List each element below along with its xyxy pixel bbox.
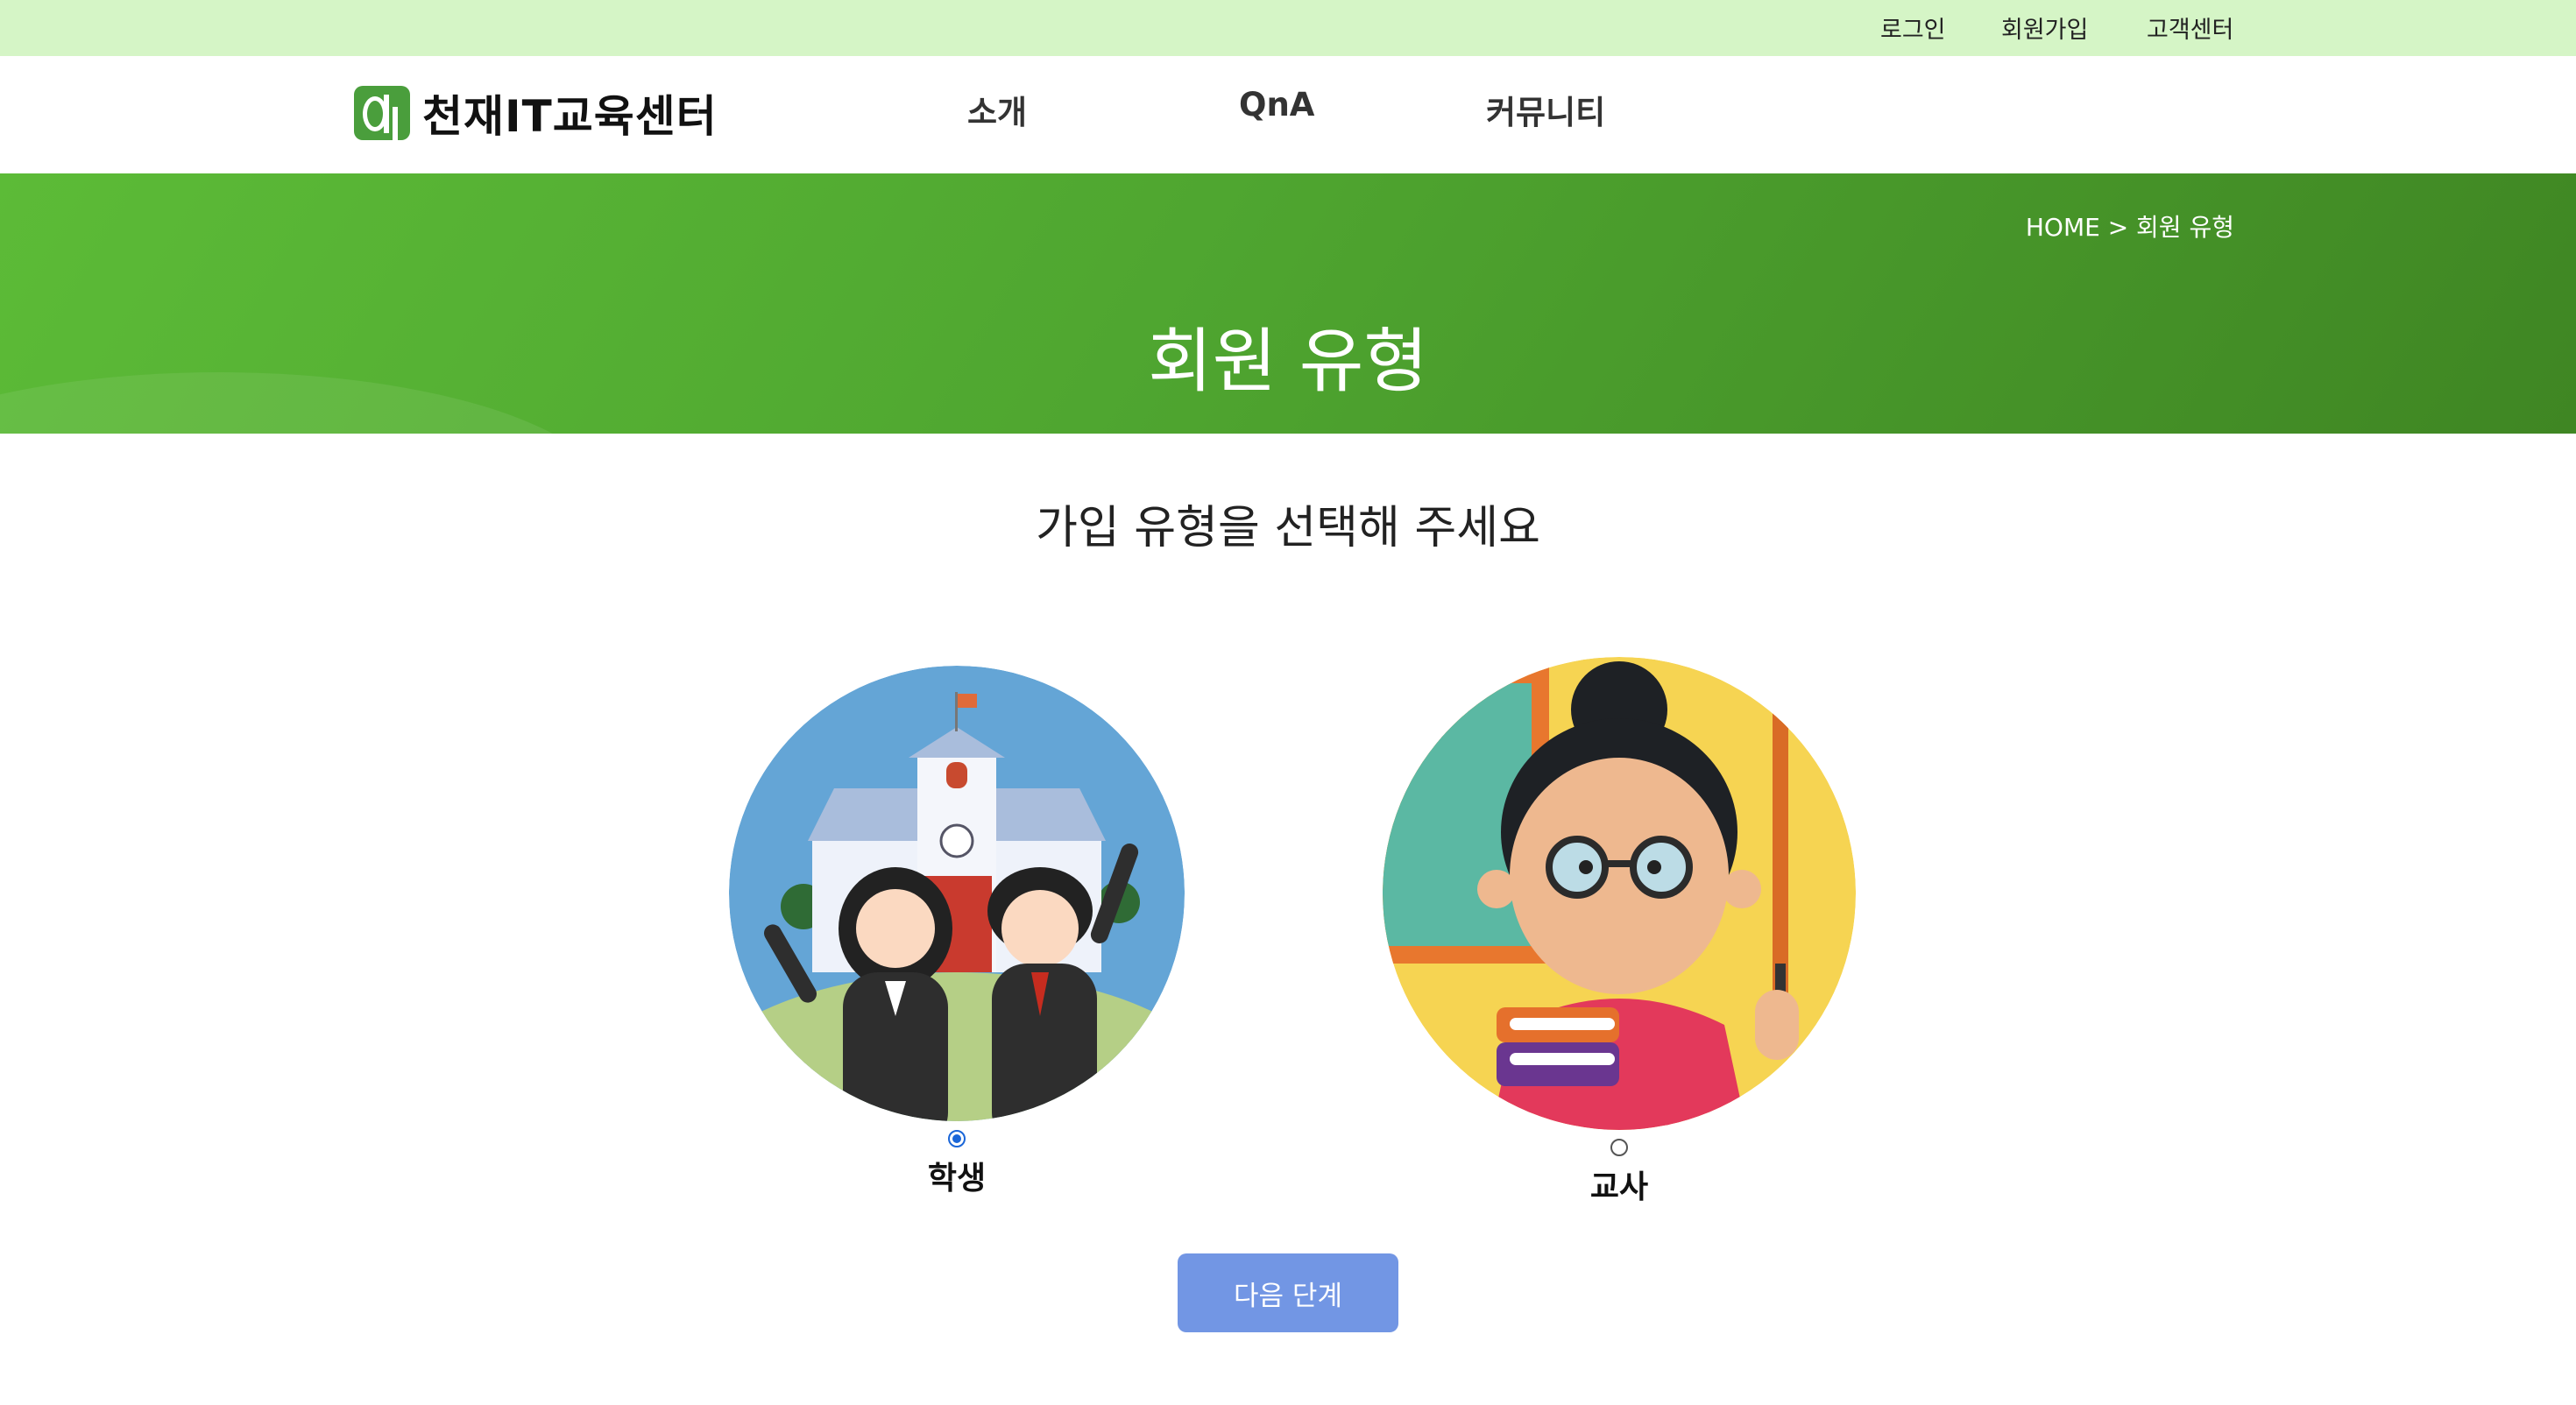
teacher-label[interactable]: 교사	[1383, 1161, 1856, 1207]
signup-type-prompt: 가입 유형을 선택해 주세요	[1036, 502, 1540, 554]
teacher-radio[interactable]	[1610, 1139, 1628, 1156]
login-link[interactable]: 로그인	[1880, 11, 1946, 45]
breadcrumb: HOME > 회원 유형	[2025, 213, 2234, 242]
students-at-school-illustration[interactable]	[729, 666, 1185, 1121]
option-student[interactable]: 학생	[729, 666, 1185, 1198]
option-teacher[interactable]: 교사	[1383, 657, 1856, 1207]
logo-mark-icon	[354, 86, 410, 140]
teacher-with-pointer-illustration[interactable]	[1383, 657, 1856, 1130]
support-link[interactable]: 고객센터	[2147, 11, 2233, 45]
site-logo[interactable]: 천재IT교육센터	[354, 82, 718, 144]
nav-community[interactable]: 커뮤니티	[1486, 86, 1605, 133]
nav-intro[interactable]: 소개	[967, 86, 1027, 133]
top-utility-bar: 로그인 회원가입 고객센터	[0, 0, 2576, 56]
page-banner: HOME > 회원 유형 회원 유형	[0, 173, 2576, 434]
page-title: 회원 유형	[1148, 321, 1428, 402]
signup-link[interactable]: 회원가입	[2001, 11, 2088, 45]
site-header: 천재IT교육센터 소개 QnA 커뮤니티	[0, 56, 2576, 173]
student-label[interactable]: 학생	[729, 1153, 1185, 1198]
nav-qna[interactable]: QnA	[1239, 86, 1314, 124]
next-step-button[interactable]: 다음 단계	[1178, 1253, 1398, 1332]
logo-text: 천재IT교육센터	[422, 91, 718, 142]
student-radio[interactable]	[948, 1130, 966, 1147]
